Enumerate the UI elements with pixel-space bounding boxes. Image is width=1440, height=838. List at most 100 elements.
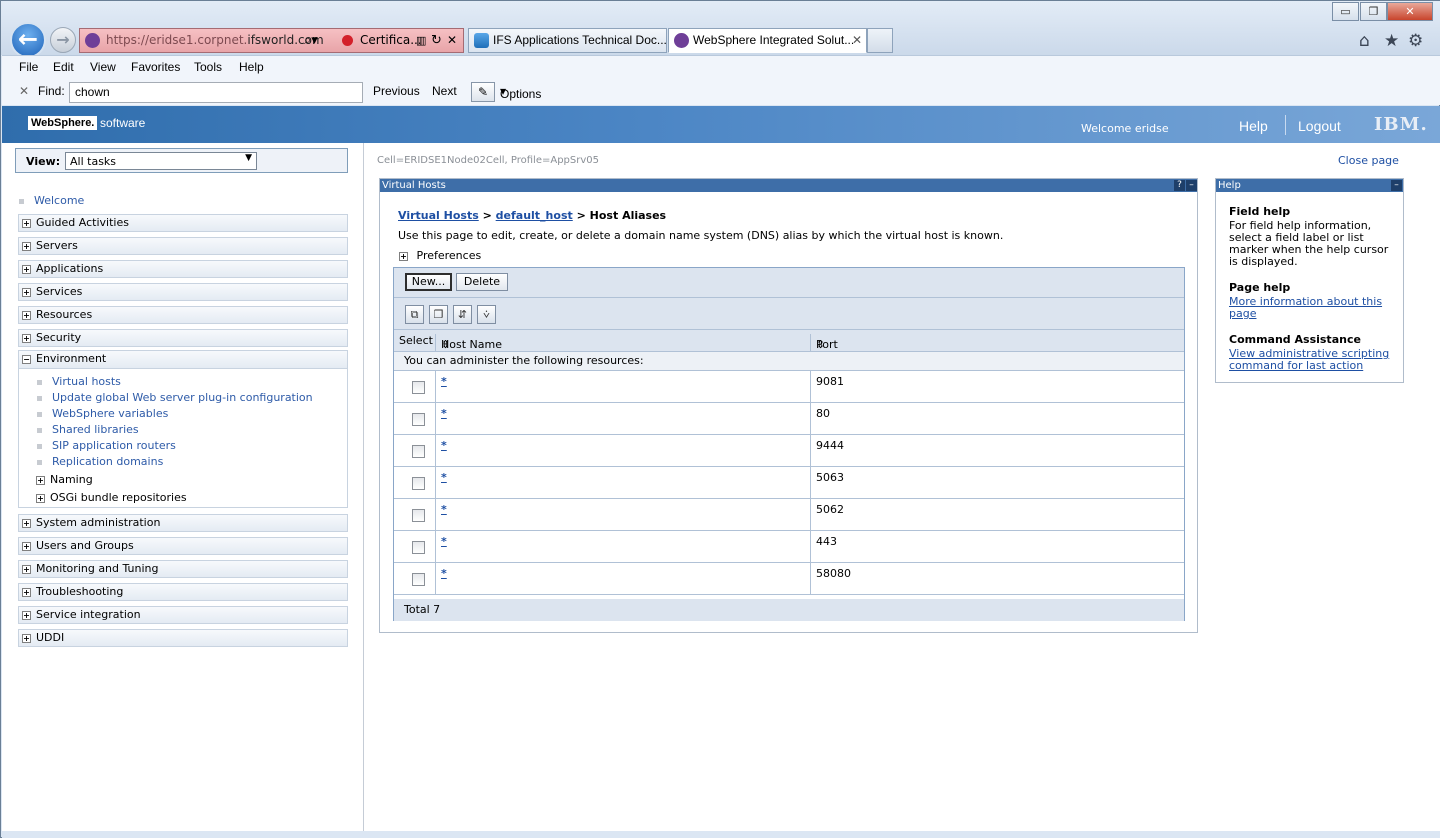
nav-group-service-integration[interactable]: +Service integration (18, 606, 348, 624)
expand-icon: + (22, 311, 31, 320)
row-checkbox[interactable] (412, 381, 425, 394)
row-checkbox[interactable] (412, 509, 425, 522)
minimize-button[interactable]: ▭ (1332, 2, 1359, 21)
stop-icon[interactable]: ✕ (447, 29, 457, 52)
host-name-link[interactable]: * (441, 567, 447, 580)
new-button[interactable]: New... (405, 273, 452, 291)
deselect-all-icon[interactable]: ❐ (429, 305, 448, 324)
nav-group-uddi[interactable]: +UDDI (18, 629, 348, 647)
row-checkbox[interactable] (412, 413, 425, 426)
restore-button[interactable]: ❐ (1360, 2, 1387, 21)
home-icon[interactable]: ⌂ (1359, 31, 1370, 51)
nav-group-users-groups[interactable]: +Users and Groups (18, 537, 348, 555)
sort-icon[interactable]: ⇕ (441, 338, 450, 351)
find-label: Find: (38, 84, 65, 98)
nav-group-resources[interactable]: +Resources (18, 306, 348, 324)
certificate-error-label[interactable]: Certifica... (360, 29, 422, 52)
close-tab-icon[interactable]: ✕ (852, 29, 862, 52)
close-find-icon[interactable]: ✕ (19, 84, 29, 98)
favorites-star-icon[interactable]: ★ (1384, 31, 1399, 51)
expand-icon: + (22, 219, 31, 228)
menu-favorites[interactable]: Favorites (131, 60, 180, 74)
nav-welcome-label: Welcome (34, 194, 84, 207)
nav-group-services[interactable]: +Services (18, 283, 348, 301)
host-name-link[interactable]: * (441, 439, 447, 452)
row-checkbox[interactable] (412, 445, 425, 458)
host-name-link[interactable]: * (441, 407, 447, 420)
nav-group-troubleshooting[interactable]: +Troubleshooting (18, 583, 348, 601)
nav-group-label: Troubleshooting (36, 585, 123, 598)
find-input[interactable]: chown (69, 82, 363, 103)
nav-group-applications[interactable]: +Applications (18, 260, 348, 278)
host-name-link[interactable]: * (441, 375, 447, 388)
nav-item-shared-libraries[interactable]: Shared libraries (37, 423, 139, 436)
page-help-link[interactable]: More information about this page (1229, 295, 1382, 320)
row-checkbox[interactable] (412, 477, 425, 490)
find-previous[interactable]: Previous (373, 84, 420, 98)
search-icon[interactable]: ⌕▾ (304, 29, 318, 52)
find-options[interactable]: Options ▾ (500, 84, 506, 98)
select-all-icon[interactable]: ⧉ (405, 305, 424, 324)
nav-item-virtual-hosts[interactable]: Virtual hosts (37, 375, 121, 388)
find-next[interactable]: Next (432, 84, 457, 98)
nav-welcome-link[interactable]: Welcome (19, 194, 84, 207)
nav-item-websphere-variables[interactable]: WebSphere variables (37, 407, 168, 420)
compatibility-view-icon[interactable]: ▥ (416, 29, 426, 52)
delete-button[interactable]: Delete (456, 273, 508, 291)
nav-group-servers[interactable]: +Servers (18, 237, 348, 255)
navigation-sidebar: View: All tasks ▼ Welcome +Guided Activi… (2, 143, 364, 831)
new-tab-button[interactable] (867, 28, 893, 53)
close-page-link[interactable]: Close page (1338, 154, 1399, 167)
nav-subgroup-naming[interactable]: +Naming (36, 473, 93, 486)
menu-edit[interactable]: Edit (53, 60, 74, 74)
ibm-logo: IBM. (1374, 114, 1428, 135)
preferences-toggle[interactable]: + Preferences (399, 249, 481, 262)
nav-item-update-plugin[interactable]: Update global Web server plug-in configu… (37, 391, 313, 404)
row-checkbox[interactable] (412, 573, 425, 586)
address-bar[interactable]: https://eridse1.corpnet.ifsworld.com ⌕▾ … (79, 28, 464, 53)
nav-item-replication-domains[interactable]: Replication domains (37, 455, 163, 468)
logout-link[interactable]: Logout (1298, 118, 1341, 134)
refresh-icon[interactable]: ↻ (431, 29, 442, 52)
menu-view[interactable]: View (90, 60, 116, 74)
nav-group-guided-activities[interactable]: +Guided Activities (18, 214, 348, 232)
tab-ifs-docs[interactable]: IFS Applications Technical Doc... (468, 28, 667, 53)
forward-button[interactable]: → (50, 27, 76, 53)
header-help-link[interactable]: Help (1239, 118, 1268, 134)
tab-websphere[interactable]: WebSphere Integrated Solut... ✕ (668, 28, 867, 53)
nav-item-label: WebSphere variables (52, 407, 168, 420)
nav-item-sip-routers[interactable]: SIP application routers (37, 439, 176, 452)
command-assistance-link[interactable]: View administrative scripting command fo… (1229, 347, 1389, 372)
menu-tools[interactable]: Tools (194, 60, 222, 74)
breadcrumb-default-host[interactable]: default_host (496, 209, 573, 222)
highlight-icon[interactable]: ✎ (471, 82, 495, 102)
sort-icon[interactable]: ⇕ (816, 338, 825, 351)
certificate-error-icon[interactable] (342, 35, 353, 46)
nav-group-environment-header[interactable]: −Environment (19, 351, 347, 369)
gear-icon[interactable]: ⚙ (1408, 31, 1423, 51)
menu-help[interactable]: Help (239, 60, 264, 74)
websphere-logo: WebSphere. (28, 116, 97, 130)
minimize-panel-icon[interactable]: – (1186, 180, 1197, 191)
nav-group-system-administration[interactable]: +System administration (18, 514, 348, 532)
nav-item-label: Update global Web server plug-in configu… (52, 391, 313, 404)
minimize-panel-icon[interactable]: – (1391, 180, 1402, 191)
close-window-button[interactable]: ✕ (1387, 2, 1433, 21)
nav-group-monitoring[interactable]: +Monitoring and Tuning (18, 560, 348, 578)
show-filter-icon[interactable]: ⇵ (453, 305, 472, 324)
help-question-icon[interactable]: ? (1174, 180, 1185, 191)
back-button[interactable]: ← (10, 22, 46, 58)
host-name-link[interactable]: * (441, 535, 447, 548)
col-select: Select (399, 334, 433, 347)
breadcrumb-virtual-hosts[interactable]: Virtual Hosts (398, 209, 479, 222)
clear-filter-icon[interactable]: ⩒ (477, 305, 496, 324)
host-name-link[interactable]: * (441, 471, 447, 484)
expand-icon: + (22, 542, 31, 551)
row-checkbox[interactable] (412, 541, 425, 554)
nav-group-security[interactable]: +Security (18, 329, 348, 347)
menu-file[interactable]: File (19, 60, 38, 74)
view-select[interactable]: All tasks ▼ (65, 152, 257, 170)
host-name-link[interactable]: * (441, 503, 447, 516)
nav-subgroup-osgi[interactable]: +OSGi bundle repositories (36, 491, 187, 504)
cell-divider (435, 467, 436, 499)
